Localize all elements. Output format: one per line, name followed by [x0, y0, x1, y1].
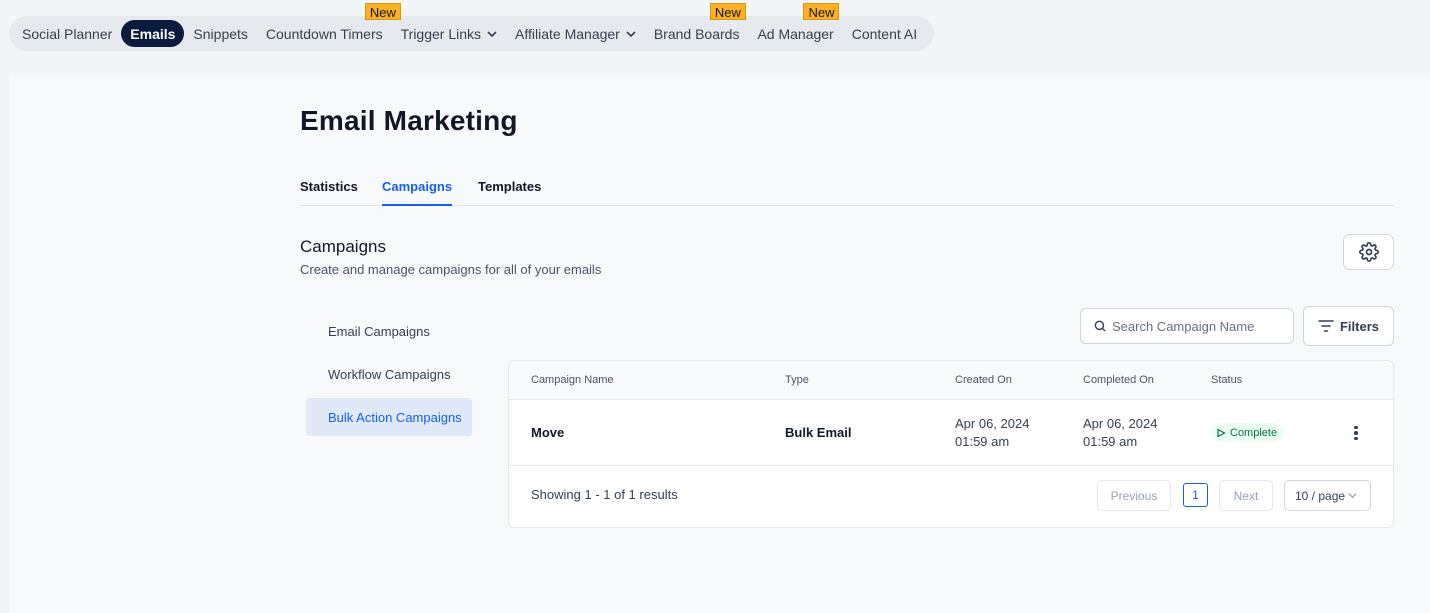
nav-item-trigger-links[interactable]: Trigger Links [392, 20, 506, 47]
main-content: Email Marketing Statistics Campaigns Tem… [9, 76, 1430, 613]
completed-time: 01:59 am [1083, 434, 1138, 449]
nav-item-label: Countdown Timers [265, 25, 383, 42]
page-size-label: 10 / page [1295, 488, 1346, 503]
nav-item-label: Emails [130, 25, 176, 42]
chevron-down-icon [1348, 493, 1357, 499]
gear-icon [1358, 242, 1379, 262]
tab-campaigns[interactable]: Campaigns [382, 179, 453, 206]
status-label: Complete [1230, 426, 1278, 439]
filters-label: Filters [1339, 318, 1379, 334]
new-badge: New [364, 3, 401, 20]
chevron-down-icon [626, 30, 636, 37]
nav-item-snippets[interactable]: Snippets [184, 20, 256, 47]
play-icon [1217, 427, 1226, 438]
column-header[interactable]: Completed On [1083, 374, 1154, 386]
campaign-type-menu: Email Campaigns Workflow Campaigns Bulk … [306, 312, 472, 441]
campaign-type: Bulk Email [785, 425, 852, 440]
tab-templates[interactable]: Templates [478, 179, 541, 206]
nav-item-label: Trigger Links [400, 25, 482, 42]
side-item-bulk-action-campaigns[interactable]: Bulk Action Campaigns [306, 398, 472, 436]
section-subtitle: Create and manage campaigns for all of y… [300, 262, 602, 277]
side-item-workflow-campaigns[interactable]: Workflow Campaigns [306, 355, 472, 393]
nav-item-label: Social Planner [22, 25, 113, 42]
tab-statistics[interactable]: Statistics [300, 179, 358, 206]
new-badge: New [803, 3, 840, 20]
search-icon [1094, 320, 1106, 332]
column-header[interactable]: Campaign Name [531, 374, 614, 386]
page-title: Email Marketing [300, 105, 518, 136]
chevron-down-icon [487, 30, 497, 37]
column-header[interactable]: Created On [955, 374, 1012, 386]
nav-item-countdown-timers[interactable]: New Countdown Timers [257, 3, 401, 47]
nav-item-label: Ad Manager [757, 25, 834, 42]
column-header[interactable]: Type [785, 374, 809, 386]
top-navigation: Social Planner Emails Snippets New Count… [9, 3, 934, 51]
new-badge: New [709, 3, 746, 20]
results-count: Showing 1 - 1 of 1 results [531, 487, 678, 502]
nav-item-label: Affiliate Manager [515, 25, 620, 42]
filters-button[interactable]: Filters [1303, 306, 1394, 346]
campaigns-table: Campaign Name Type Created On Completed … [508, 360, 1394, 528]
nav-item-brand-boards[interactable]: New Brand Boards [645, 3, 749, 47]
column-header[interactable]: Status [1211, 374, 1242, 386]
search-campaign-input[interactable] [1112, 318, 1287, 334]
next-page-button[interactable]: Next [1219, 480, 1273, 511]
created-date: Apr 06, 2024 [955, 416, 1030, 431]
status-badge: Complete [1211, 423, 1285, 442]
table-header: Campaign Name Type Created On Completed … [509, 361, 1393, 400]
completed-date: Apr 06, 2024 [1083, 416, 1158, 431]
nav-item-label: Content AI [851, 25, 918, 42]
tab-bar: Statistics Campaigns Templates [300, 176, 1394, 206]
nav-item-label: Brand Boards [653, 25, 740, 42]
nav-item-social-planner[interactable]: Social Planner [13, 20, 121, 47]
nav-item-ad-manager[interactable]: New Ad Manager [748, 3, 842, 47]
page-number-button[interactable]: 1 [1183, 483, 1208, 507]
campaign-name[interactable]: Move [531, 425, 564, 440]
search-box [1080, 308, 1294, 344]
table-row[interactable]: Move Bulk Email Apr 06, 2024 01:59 am Ap… [509, 400, 1393, 466]
nav-item-affiliate-manager[interactable]: Affiliate Manager [506, 20, 645, 47]
row-actions-menu-icon[interactable] [1346, 423, 1366, 443]
side-item-email-campaigns[interactable]: Email Campaigns [306, 312, 472, 350]
nav-item-emails[interactable]: Emails [121, 20, 185, 47]
created-time: 01:59 am [955, 434, 1010, 449]
section-title: Campaigns [300, 237, 386, 256]
nav-item-content-ai[interactable]: Content AI [843, 20, 926, 47]
table-footer: Showing 1 - 1 of 1 results Previous 1 Ne… [509, 466, 1393, 527]
nav-item-label: Snippets [193, 25, 248, 42]
page-size-select[interactable]: 10 / page [1284, 480, 1371, 511]
filter-icon [1318, 320, 1334, 332]
settings-button[interactable] [1343, 234, 1394, 270]
previous-page-button[interactable]: Previous [1097, 480, 1171, 511]
top-navigation-bar: Social Planner Emails Snippets New Count… [0, 0, 1430, 76]
